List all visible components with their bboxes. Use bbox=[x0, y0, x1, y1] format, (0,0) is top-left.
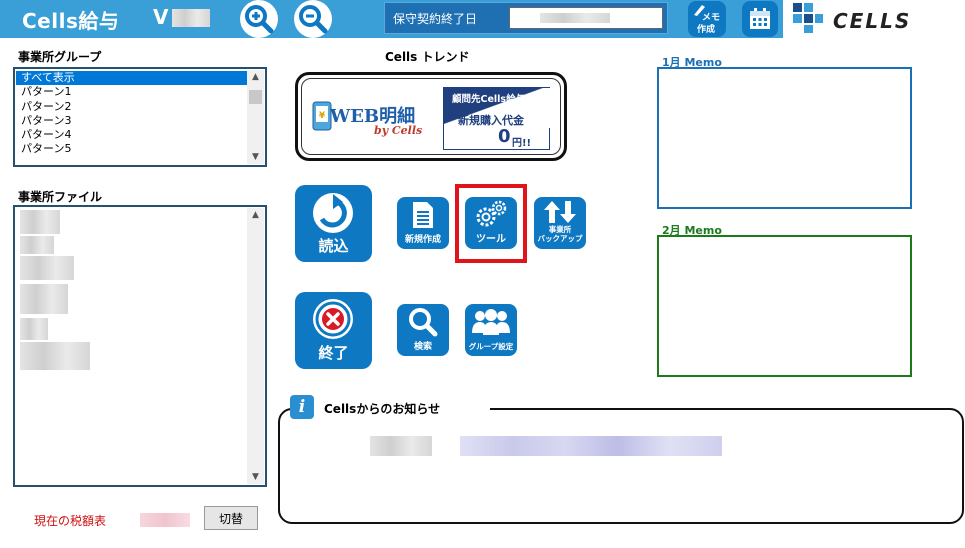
zoom-out-icon bbox=[299, 5, 328, 34]
notice-panel bbox=[278, 408, 964, 524]
version-label: V bbox=[153, 5, 168, 29]
new-create-label: 新規作成 bbox=[404, 235, 441, 245]
tool-button[interactable]: ツール bbox=[465, 197, 517, 249]
february-memo-textarea[interactable] bbox=[657, 235, 912, 377]
file-item-redacted[interactable] bbox=[20, 342, 90, 370]
promo-line-1: 顧問先Cells給与 bbox=[452, 94, 526, 105]
promo-price: 0 bbox=[498, 126, 511, 147]
search-button[interactable]: 検索 bbox=[397, 304, 449, 356]
file-item-redacted[interactable] bbox=[20, 256, 74, 280]
exit-button-label: 終了 bbox=[318, 344, 349, 362]
gears-icon bbox=[476, 200, 507, 227]
read-button-label: 読込 bbox=[318, 237, 349, 255]
read-button[interactable]: 読込 bbox=[295, 185, 372, 262]
phone-icon: ¥ bbox=[312, 101, 332, 131]
list-item[interactable]: パターン3 bbox=[16, 114, 247, 128]
list-item[interactable]: パターン1 bbox=[16, 85, 247, 99]
scroll-down-arrow-icon[interactable]: ▼ bbox=[247, 150, 264, 164]
version-number-redacted bbox=[172, 9, 210, 27]
promo-card: 顧問先Cells給与 新規購入代金 0 円!! bbox=[443, 87, 551, 150]
cells-logo: CELLS bbox=[783, 0, 965, 38]
scroll-down-arrow-icon[interactable]: ▼ bbox=[247, 470, 264, 484]
file-item-redacted[interactable] bbox=[20, 284, 68, 314]
backup-label-2: バックアップ bbox=[537, 234, 583, 243]
group-setting-button[interactable]: グループ設定 bbox=[465, 304, 517, 356]
group-users-icon bbox=[472, 309, 510, 335]
search-icon bbox=[409, 308, 438, 337]
version-prefix: V bbox=[153, 5, 169, 29]
zoom-in-button[interactable] bbox=[240, 0, 278, 38]
new-create-button[interactable]: 新規作成 bbox=[397, 197, 449, 249]
zoom-in-icon bbox=[245, 5, 274, 34]
list-item[interactable]: パターン4 bbox=[16, 128, 247, 142]
notice-title-bar: i Cellsからのお知らせ bbox=[290, 395, 490, 421]
january-memo-textarea[interactable] bbox=[657, 67, 912, 209]
file-item-redacted[interactable] bbox=[20, 236, 54, 254]
tool-label: ツール bbox=[476, 234, 506, 245]
memo-create-button[interactable]: メモ 作成 bbox=[688, 1, 726, 37]
trend-banner[interactable]: ¥ WEB明細 by Cells 顧問先Cells給与 新規購入代金 0 円!! bbox=[295, 72, 567, 161]
office-file-label: 事業所ファイル bbox=[18, 190, 103, 204]
notice-date-redacted bbox=[370, 436, 432, 456]
trend-title: Cells トレンド bbox=[385, 50, 470, 64]
app-title: Cells給与 bbox=[22, 9, 120, 33]
tax-table-value-redacted bbox=[140, 513, 190, 527]
list-item[interactable]: パターン5 bbox=[16, 142, 247, 156]
cells-logo-text: CELLS bbox=[833, 9, 912, 33]
notice-title: Cellsからのお知らせ bbox=[324, 402, 441, 416]
new-document-icon bbox=[413, 202, 433, 228]
zoom-out-button[interactable] bbox=[294, 0, 332, 38]
file-item-redacted[interactable] bbox=[20, 210, 60, 234]
tax-table-label: 現在の税額表 bbox=[34, 514, 107, 528]
memo-button-label-2: 作成 bbox=[697, 25, 716, 35]
promo-line-2: 新規購入代金 bbox=[458, 114, 524, 127]
backup-button[interactable]: 事業所 バックアップ bbox=[534, 197, 586, 249]
scroll-up-arrow-icon[interactable]: ▲ bbox=[247, 208, 264, 222]
notice-text-redacted[interactable] bbox=[460, 436, 722, 456]
maintenance-date-field bbox=[509, 7, 663, 29]
promo-unit: 円!! bbox=[512, 138, 532, 149]
info-icon: i bbox=[290, 395, 314, 419]
list-item[interactable]: パターン2 bbox=[16, 100, 247, 114]
upload-download-icon bbox=[544, 201, 576, 223]
calendar-icon bbox=[750, 8, 770, 29]
refresh-icon bbox=[313, 193, 353, 233]
close-icon bbox=[313, 299, 353, 339]
calendar-button[interactable] bbox=[742, 1, 778, 37]
maintenance-date-redacted bbox=[540, 13, 610, 23]
office-group-scrollbar[interactable]: ▲ ▼ bbox=[247, 70, 264, 164]
group-setting-label: グループ設定 bbox=[468, 342, 514, 351]
cells-logo-icon bbox=[793, 3, 823, 33]
search-label: 検索 bbox=[413, 342, 432, 352]
by-cells-text: by Cells bbox=[374, 124, 423, 137]
scroll-thumb[interactable] bbox=[249, 90, 262, 104]
file-item-redacted[interactable] bbox=[20, 318, 48, 340]
office-group-listbox[interactable]: すべて表示 パターン1 パターン2 パターン3 パターン4 パターン5 ▲ ▼ bbox=[13, 67, 267, 167]
scroll-up-arrow-icon[interactable]: ▲ bbox=[247, 70, 264, 84]
exit-button[interactable]: 終了 bbox=[295, 292, 372, 369]
svg-text:¥: ¥ bbox=[319, 111, 326, 121]
maintenance-label: 保守契約終了日 bbox=[393, 12, 478, 26]
backup-label-1: 事業所 bbox=[548, 225, 572, 234]
office-file-scrollbar[interactable]: ▲ ▼ bbox=[247, 208, 264, 484]
switch-button[interactable]: 切替 bbox=[204, 506, 258, 530]
list-item[interactable]: すべて表示 bbox=[16, 71, 247, 86]
office-group-label: 事業所グループ bbox=[18, 50, 102, 64]
office-file-listbox[interactable]: ▲ ▼ bbox=[13, 205, 267, 487]
maintenance-panel: 保守契約終了日 bbox=[384, 2, 668, 34]
